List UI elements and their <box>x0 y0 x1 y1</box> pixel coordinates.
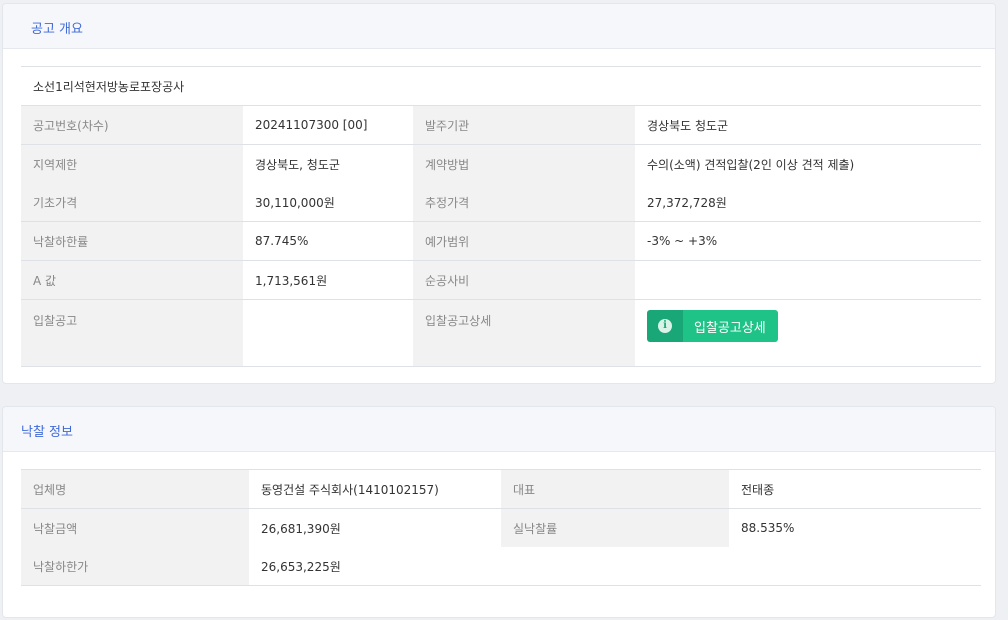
info-icon: i <box>658 319 672 333</box>
info-icon-box: i <box>647 310 683 342</box>
base-price-value: 30,110,000원 <box>243 183 413 222</box>
notice-info-table: 소선1리석현저방농로포장공사 공고번호(차수) 20241107300 [00]… <box>21 66 982 367</box>
field-label: 낙찰하한률 <box>21 221 243 261</box>
actual-award-rate-value: 88.535% <box>741 521 795 535</box>
field-label: 입찰공고상세 <box>413 299 635 367</box>
table-row: 낙찰하한률 87.745% 예가범위 -3% ~ +3% <box>21 221 982 261</box>
field-label: 낙찰금액 <box>21 508 249 547</box>
award-lower-limit-value: 26,653,225원 <box>249 547 501 586</box>
award-info-table: 업체명 동영건설 주식회사(1410102157) 대표 전태종 낙찰금액 26… <box>21 469 981 586</box>
bid-notice-value <box>243 299 413 367</box>
table-row: 업체명 동영건설 주식회사(1410102157) 대표 전태종 <box>21 469 981 509</box>
notice-overview-title: 공고 개요 <box>31 22 83 37</box>
award-info-title: 낙찰 정보 <box>21 425 73 440</box>
table-row: 낙찰금액 26,681,390원 실낙찰률 88.535% <box>21 508 981 547</box>
field-label: 실낙찰률 <box>501 508 729 547</box>
bid-notice-detail-cell: i 입찰공고상세 <box>635 299 982 367</box>
table-row: 기초가격 30,110,000원 추정가격 27,372,728원 <box>21 183 982 222</box>
field-label: 순공사비 <box>413 260 635 300</box>
field-label: 발주기관 <box>413 105 635 145</box>
field-label: 입찰공고 <box>21 299 243 367</box>
award-info-header: 낙찰 정보 <box>3 407 995 452</box>
a-value: 1,713,561원 <box>243 260 413 300</box>
award-info-card: 낙찰 정보 업체명 동영건설 주식회사(1410102157) 대표 전태종 낙… <box>2 406 996 618</box>
field-label: 공고번호(차수) <box>21 105 243 145</box>
bid-notice-detail-label: 입찰공고상세 <box>683 310 778 342</box>
representative-value: 전태종 <box>729 469 981 509</box>
table-row: 지역제한 경상북도, 청도군 계약방법 수의(소액) 견적입찰(2인 이상 견적… <box>21 144 981 183</box>
notice-overview-header: 공고 개요 <box>3 4 995 49</box>
contract-method-value: 수의(소액) 견적입찰(2인 이상 견적 제출) <box>647 157 855 172</box>
field-label: 대표 <box>501 469 729 509</box>
table-row: 공고번호(차수) 20241107300 [00] 발주기관 경상북도 청도군 <box>21 105 982 145</box>
field-label: 기초가격 <box>21 183 243 222</box>
bid-notice-detail-button[interactable]: i 입찰공고상세 <box>647 310 778 342</box>
award-amount-value: 26,681,390원 <box>261 521 341 536</box>
empty-cell <box>501 547 981 586</box>
ordering-agency-value: 경상북도 청도군 <box>635 105 982 145</box>
field-label: 계약방법 <box>413 144 635 183</box>
table-row: 입찰공고 입찰공고상세 i 입찰공고상세 <box>21 299 982 367</box>
field-label: 낙찰하한가 <box>21 547 249 586</box>
estimated-price-value: 27,372,728원 <box>635 183 982 222</box>
field-label: 업체명 <box>21 469 249 509</box>
table-row: A 값 1,713,561원 순공사비 <box>21 260 982 300</box>
notice-overview-card: 공고 개요 소선1리석현저방농로포장공사 공고번호(차수) 2024110730… <box>2 3 996 384</box>
field-label: A 값 <box>21 260 243 300</box>
price-range-value: -3% ~ +3% <box>635 221 982 261</box>
notice-number-value: 20241107300 [00] <box>243 105 413 145</box>
field-label: 예가범위 <box>413 221 635 261</box>
notice-title: 소선1리석현저방농로포장공사 <box>21 66 982 106</box>
table-row: 낙찰하한가 26,653,225원 <box>21 547 981 586</box>
field-label: 추정가격 <box>413 183 635 222</box>
company-name-value: 동영건설 주식회사(1410102157) <box>249 469 501 509</box>
notice-title-row: 소선1리석현저방농로포장공사 <box>21 66 982 106</box>
lower-limit-rate-value: 87.745% <box>243 221 413 261</box>
region-limit-value: 경상북도, 청도군 <box>255 157 340 172</box>
field-label: 지역제한 <box>21 144 243 183</box>
net-construction-cost-value <box>635 260 982 300</box>
